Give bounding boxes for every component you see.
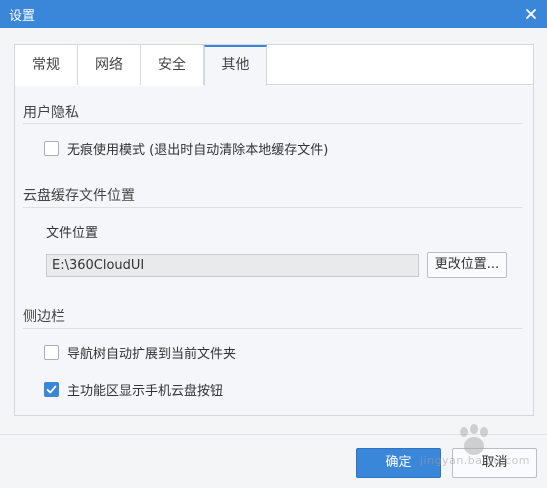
incognito-option[interactable]: 无痕使用模式 (退出时自动清除本地缓存文件) [44, 139, 329, 158]
location-input[interactable]: E:\360CloudUI [46, 254, 419, 277]
section-title-privacy: 用户隐私 [23, 105, 79, 121]
section-divider [23, 207, 523, 208]
dialog-footer: 确定 取消 [0, 434, 547, 488]
tab-network[interactable]: 网络 [78, 45, 141, 85]
section-divider [23, 123, 523, 124]
mobile-cloud-button-checkbox[interactable] [44, 381, 59, 397]
section-title-sidebar: 侧边栏 [23, 309, 65, 325]
nav-tree-expand-checkbox[interactable] [44, 344, 59, 360]
nav-tree-expand-label: 导航树自动扩展到当前文件夹 [67, 346, 237, 362]
tab-security[interactable]: 安全 [141, 45, 204, 85]
incognito-label: 无痕使用模式 (退出时自动清除本地缓存文件) [67, 142, 329, 158]
title-bar: 设置 [0, 0, 547, 28]
section-divider [23, 328, 523, 329]
tab-general[interactable]: 常规 [15, 45, 78, 85]
nav-tree-expand-option[interactable]: 导航树自动扩展到当前文件夹 [44, 343, 237, 362]
cancel-button[interactable]: 取消 [452, 448, 537, 478]
tab-bar: 常规 网络 安全 其他 [15, 45, 533, 86]
ok-button[interactable]: 确定 [356, 448, 441, 478]
settings-panel: 常规 网络 安全 其他 用户隐私 无痕使用模式 (退出时自动清除本地缓存文件) … [14, 44, 534, 416]
dialog-body: 常规 网络 安全 其他 用户隐私 无痕使用模式 (退出时自动清除本地缓存文件) … [0, 28, 547, 488]
window-title: 设置 [9, 9, 36, 24]
location-label: 文件位置 [46, 226, 99, 241]
mobile-cloud-button-label: 主功能区显示手机云盘按钮 [67, 383, 224, 399]
mobile-cloud-button-option[interactable]: 主功能区显示手机云盘按钮 [44, 380, 224, 399]
incognito-checkbox[interactable] [44, 140, 59, 156]
change-location-button[interactable]: 更改位置... [427, 252, 507, 278]
tab-other[interactable]: 其他 [204, 45, 267, 86]
section-title-cache: 云盘缓存文件位置 [23, 188, 135, 204]
close-button[interactable] [521, 4, 541, 24]
checkmark-icon [46, 385, 57, 393]
close-icon [526, 9, 536, 19]
tab-content-other: 用户隐私 无痕使用模式 (退出时自动清除本地缓存文件) 云盘缓存文件位置 文件位… [15, 86, 533, 415]
